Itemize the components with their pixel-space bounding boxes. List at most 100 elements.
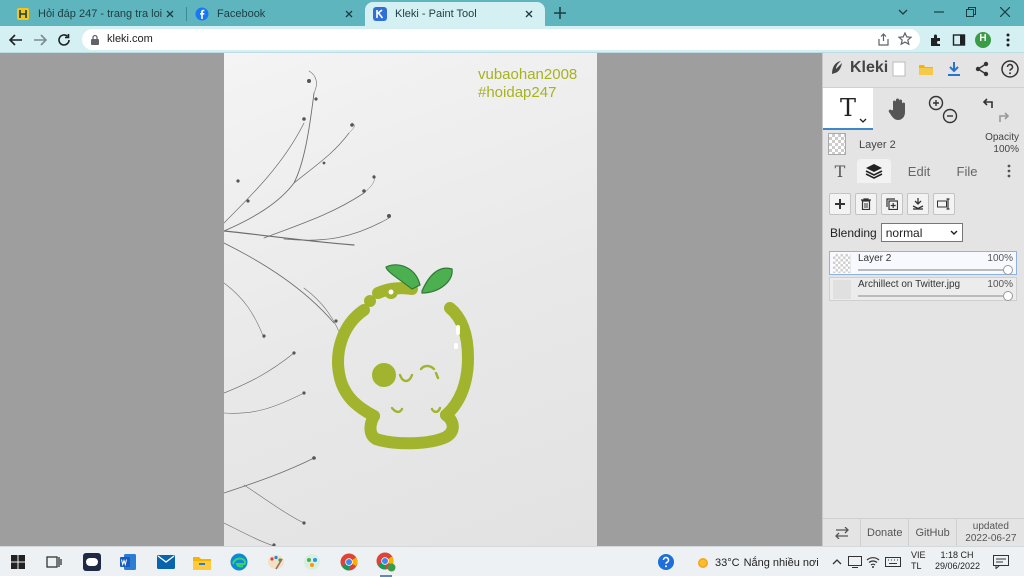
tab-layers[interactable] (857, 159, 891, 183)
canvas-workspace[interactable]: vubaohan2008 #hoidap247 (0, 53, 822, 546)
wifi-icon[interactable] (862, 551, 884, 573)
word-app-icon[interactable] (117, 551, 139, 573)
sun-icon (698, 558, 708, 568)
close-icon[interactable] (162, 6, 178, 22)
windows-taskbar: 33°C Nắng nhiều nơi VIE TL 1:18 CH 29/06… (0, 546, 1024, 577)
forward-button[interactable] (30, 30, 50, 50)
github-link[interactable]: GitHub (909, 518, 957, 547)
merge-down-button[interactable] (907, 193, 929, 215)
zalo-pc-icon[interactable] (301, 551, 323, 573)
edge-browser-icon[interactable] (228, 551, 250, 573)
updated-label: updated (972, 520, 1009, 532)
rename-icon (937, 198, 950, 210)
duplicate-layer-button[interactable] (881, 193, 903, 215)
input-language[interactable]: VIE TL (911, 550, 926, 572)
drawing-canvas[interactable]: vubaohan2008 #hoidap247 (224, 53, 597, 546)
close-icon[interactable] (521, 6, 537, 22)
opacity-readout: Opacity 100% (985, 132, 1019, 156)
kleki-logo[interactable]: Kleki (829, 59, 888, 77)
swap-side-button[interactable] (823, 518, 861, 547)
blending-select[interactable]: normal (880, 223, 963, 242)
tab-facebook[interactable]: Facebook (187, 2, 365, 26)
close-icon[interactable] (341, 6, 357, 22)
layer-item[interactable]: Archillect on Twitter.jpg 100% (829, 277, 1017, 301)
opacity-value: 100% (993, 144, 1019, 155)
kebab-menu-icon[interactable] (998, 30, 1018, 50)
side-panel-icon[interactable] (949, 30, 969, 50)
restore-button[interactable] (956, 2, 986, 22)
weather-widget[interactable]: 33°C Nắng nhiều nơi (695, 555, 819, 571)
keyboard-icon[interactable] (882, 551, 904, 573)
download-icon[interactable] (944, 59, 964, 79)
updated-date: 2022-06-27 (965, 532, 1017, 544)
new-tab-button[interactable] (551, 4, 569, 22)
share-icon[interactable] (877, 33, 890, 46)
layer-thumbnail (833, 254, 851, 273)
lock-icon[interactable] (90, 34, 100, 45)
file-explorer-icon[interactable] (191, 551, 213, 573)
undo-redo-buttons[interactable] (978, 92, 1012, 126)
chrome-profile-app-icon[interactable] (375, 551, 397, 577)
kleki-logo-icon (832, 61, 842, 74)
updated-info: updated 2022-06-27 (957, 521, 1024, 545)
layer-item[interactable]: Layer 2 100% (829, 251, 1017, 275)
layer-opacity-slider[interactable] (858, 295, 1010, 297)
hoidap-icon (16, 7, 30, 21)
slider-handle[interactable] (1003, 291, 1013, 301)
new-image-icon[interactable] (889, 59, 909, 79)
extensions-icon[interactable] (926, 30, 946, 50)
tab-kleki[interactable]: Kleki - Paint Tool (365, 2, 545, 26)
browser-tab-strip: Hỏi đáp 247 - trang tra loi Facebook Kle… (0, 0, 1024, 26)
hand-icon (888, 98, 905, 120)
layer-opacity-slider[interactable] (858, 269, 1010, 271)
tab-search-button[interactable] (888, 2, 918, 22)
task-view-button[interactable] (43, 551, 65, 573)
panel-footer: Donate GitHub updated 2022-06-27 (823, 518, 1024, 547)
help-tips-icon[interactable] (655, 551, 677, 573)
back-button[interactable] (6, 30, 26, 50)
address-bar[interactable]: kleki.com (82, 29, 920, 50)
chrome-app-icon[interactable] (338, 551, 360, 573)
text-tool-button[interactable]: T (823, 88, 873, 130)
reload-button[interactable] (54, 30, 74, 50)
paint-app-icon[interactable] (265, 551, 287, 573)
zalo-app-icon[interactable] (81, 551, 103, 573)
share-icon[interactable] (972, 59, 992, 79)
language-code: VIE (911, 550, 926, 560)
layer-name: Layer 2 (858, 253, 892, 264)
help-icon[interactable] (1000, 59, 1020, 79)
kleki-icon (373, 7, 387, 21)
clock-time: 1:18 CH (940, 550, 974, 560)
app-name: Kleki (850, 59, 889, 76)
close-window-button[interactable] (990, 2, 1020, 22)
layer-opacity: 100% (987, 253, 1013, 264)
donate-link[interactable]: Donate (861, 518, 910, 547)
blending-label: Blending (830, 225, 877, 240)
rename-layer-button[interactable] (933, 193, 955, 215)
open-folder-icon[interactable] (916, 59, 936, 79)
profile-initial: H (979, 33, 987, 44)
browser-toolbar: kleki.com H (0, 26, 1024, 53)
layers-icon (865, 164, 883, 179)
zoom-buttons[interactable] (926, 92, 960, 126)
mail-app-icon[interactable] (155, 551, 177, 573)
swap-arrows-icon (834, 526, 849, 539)
duplicate-icon (886, 198, 898, 210)
delete-layer-button[interactable] (855, 193, 877, 215)
system-clock[interactable]: 1:18 CH 29/06/2022 (935, 550, 980, 572)
tab-hoidap247[interactable]: Hỏi đáp 247 - trang tra loi (8, 2, 186, 26)
windows-logo-icon (11, 555, 25, 569)
tab-file[interactable]: File (945, 159, 989, 183)
hand-tool-button[interactable] (881, 92, 915, 126)
notification-icon[interactable] (990, 551, 1012, 573)
layer-thumbnail (828, 133, 846, 155)
profile-avatar[interactable]: H (973, 30, 993, 50)
bookmark-star-icon[interactable] (898, 32, 912, 46)
start-button[interactable] (7, 551, 29, 573)
minimize-button[interactable] (924, 2, 954, 22)
tab-edit[interactable]: Edit (897, 159, 941, 183)
tab-tool-settings[interactable]: T (827, 159, 853, 183)
add-layer-button[interactable] (829, 193, 851, 215)
slider-handle[interactable] (1003, 265, 1013, 275)
more-menu-icon[interactable] (999, 159, 1019, 183)
